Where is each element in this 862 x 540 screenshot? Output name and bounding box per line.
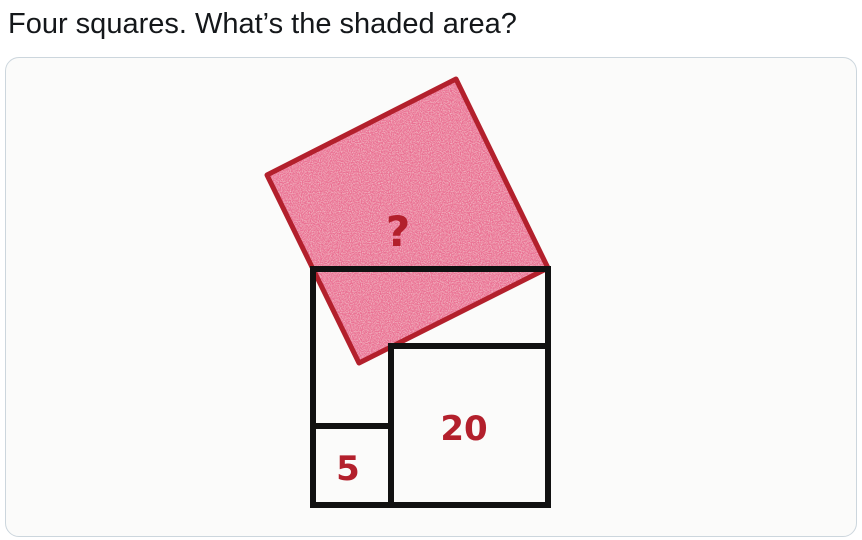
puzzle-figure: ? 20 5 (264, 76, 551, 508)
media-card[interactable]: ? 20 5 (5, 57, 857, 537)
tweet-text: Four squares. What’s the shaded area? (8, 8, 517, 40)
large-square-label: 20 (440, 409, 487, 449)
shaded-square-label: ? (386, 207, 410, 256)
small-square-label: 5 (336, 449, 360, 489)
